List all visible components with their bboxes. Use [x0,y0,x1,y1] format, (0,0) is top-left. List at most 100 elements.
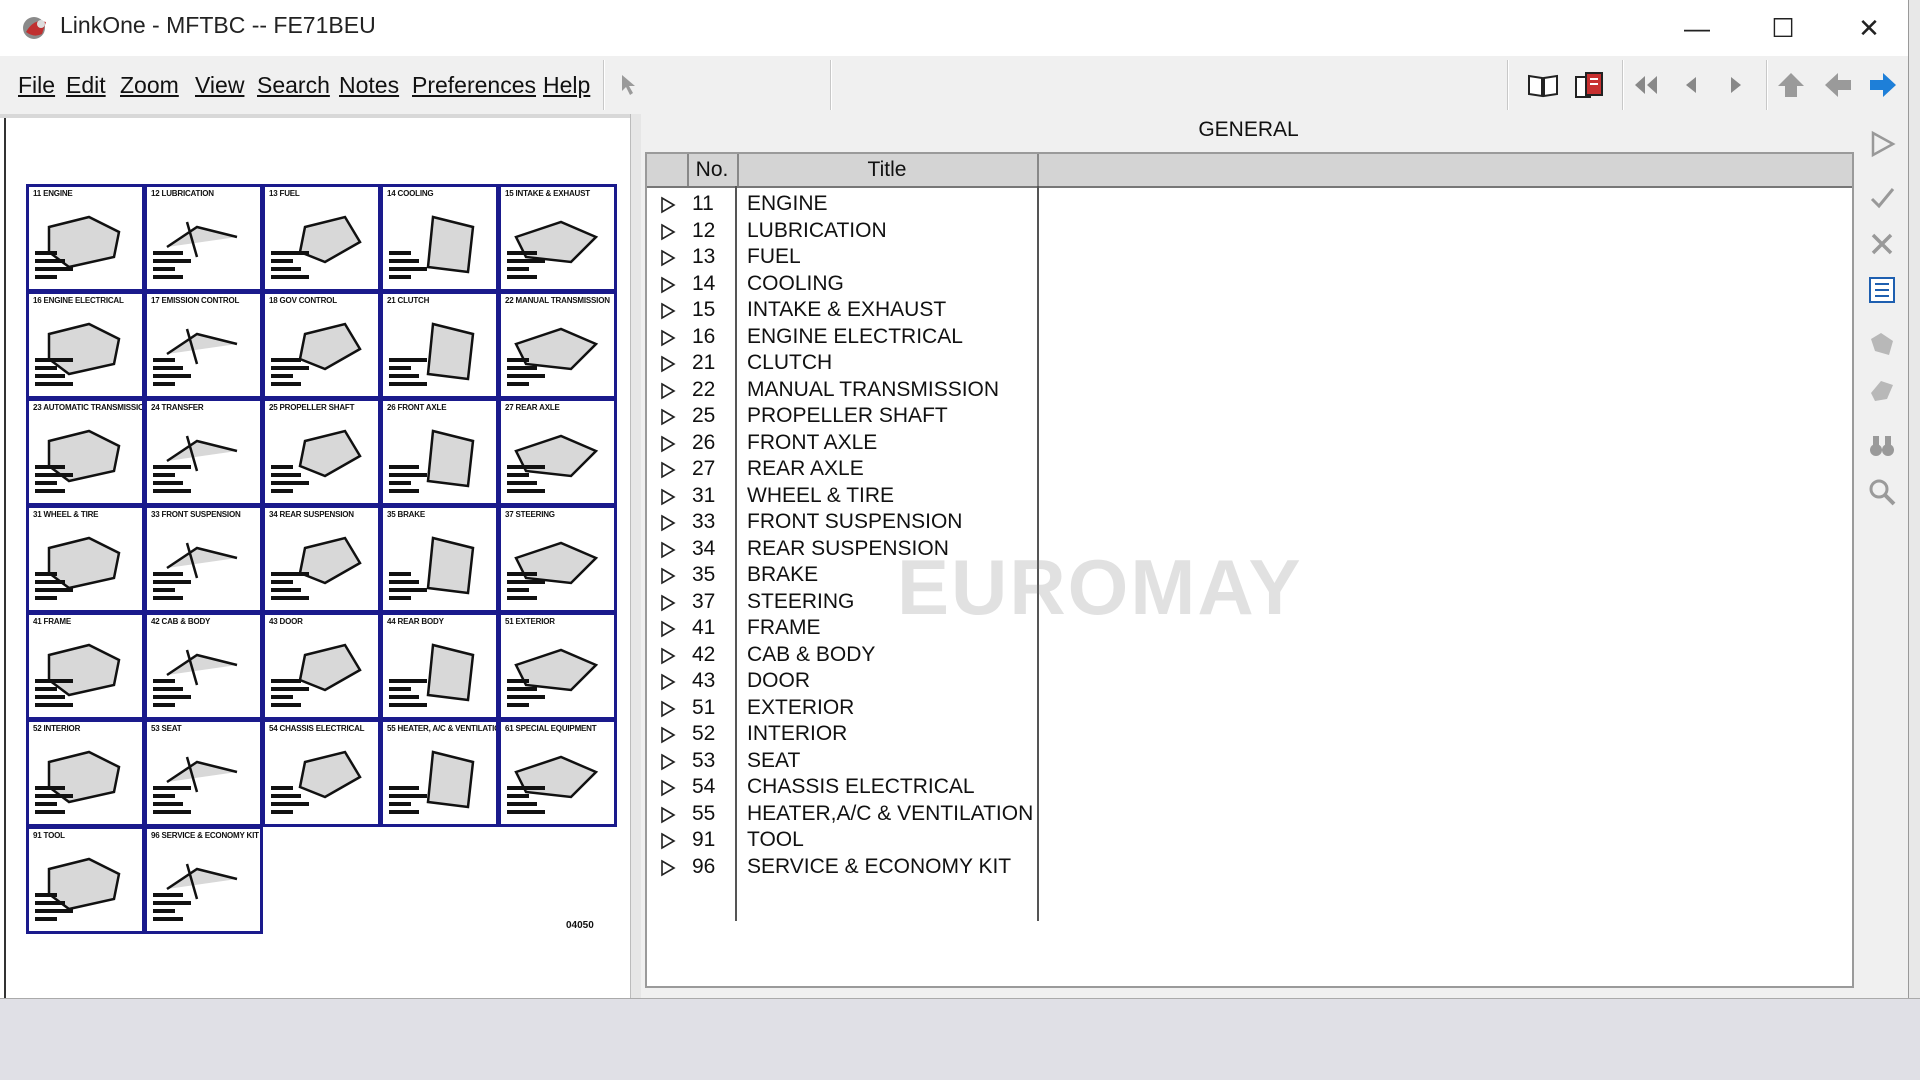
list-row[interactable]: 25 PROPELLER SHAFT [647,404,1037,431]
illustration-cell[interactable]: 35 BRAKE [380,505,499,613]
illustration-cell[interactable]: 11 ENGINE [26,184,145,292]
illustration-cell[interactable]: 53 SEAT [144,719,263,827]
play-button[interactable] [1862,124,1902,164]
expand-arrow-icon[interactable] [659,832,677,850]
list-view-button[interactable] [1862,270,1902,310]
illustration-cell[interactable]: 23 AUTOMATIC TRANSMISSION [26,398,145,506]
illustration-cell[interactable]: 24 TRANSFER [144,398,263,506]
expand-arrow-icon[interactable] [659,223,677,241]
expand-arrow-icon[interactable] [659,435,677,453]
list-row[interactable]: 96 SERVICE & ECONOMY KIT [647,855,1037,882]
expand-arrow-icon[interactable] [659,859,677,877]
illustration-cell[interactable]: 22 MANUAL TRANSMISSION [498,291,617,399]
expand-arrow-icon[interactable] [659,647,677,665]
menu-notes[interactable]: Notes [339,72,399,99]
illustration-cell[interactable]: 44 REAR BODY [380,612,499,720]
expand-arrow-icon[interactable] [659,806,677,824]
expand-arrow-icon[interactable] [659,249,677,267]
illustration-cell[interactable]: 34 REAR SUSPENSION [262,505,381,613]
list-row[interactable]: 22 MANUAL TRANSMISSION [647,378,1037,405]
expand-arrow-icon[interactable] [659,276,677,294]
list-row[interactable]: 12 LUBRICATION [647,219,1037,246]
prev-page-button[interactable] [1671,64,1711,106]
list-row[interactable]: 51 EXTERIOR [647,696,1037,723]
list-row[interactable]: 53 SEAT [647,749,1037,776]
expand-arrow-icon[interactable] [659,382,677,400]
home-button[interactable] [1771,64,1811,106]
expand-arrow-icon[interactable] [659,620,677,638]
illustration-cell[interactable]: 54 CHASSIS ELECTRICAL [262,719,381,827]
add-part-button[interactable] [1862,324,1902,364]
zoom-button[interactable] [1862,472,1902,512]
expand-arrow-icon[interactable] [659,753,677,771]
illustration-cell[interactable]: 61 SPECIAL EQUIPMENT [498,719,617,827]
expand-arrow-icon[interactable] [659,461,677,479]
expand-arrow-icon[interactable] [659,700,677,718]
first-page-button[interactable] [1626,64,1666,106]
expand-arrow-icon[interactable] [659,302,677,320]
back-button[interactable] [1818,64,1858,106]
list-row[interactable]: 26 FRONT AXLE [647,431,1037,458]
expand-arrow-icon[interactable] [659,488,677,506]
close-button[interactable]: ✕ [1826,0,1912,56]
expand-arrow-icon[interactable] [659,196,677,214]
list-row[interactable]: 55 HEATER,A/C & VENTILATION [647,802,1037,829]
illustration-cell[interactable]: 13 FUEL [262,184,381,292]
illustration-cell[interactable]: 42 CAB & BODY [144,612,263,720]
list-row[interactable]: 13 FUEL [647,245,1037,272]
expand-arrow-icon[interactable] [659,779,677,797]
illustration-cell[interactable]: 14 COOLING [380,184,499,292]
illustration-cell[interactable]: 27 REAR AXLE [498,398,617,506]
books-button[interactable] [1569,64,1609,106]
illustration-cell[interactable]: 33 FRONT SUSPENSION [144,505,263,613]
list-row[interactable]: 14 COOLING [647,272,1037,299]
header-title[interactable]: Title [737,154,1039,186]
list-row[interactable]: 27 REAR AXLE [647,457,1037,484]
delete-button[interactable] [1862,224,1902,264]
expand-arrow-icon[interactable] [659,541,677,559]
illustration-cell[interactable]: 51 EXTERIOR [498,612,617,720]
menu-edit[interactable]: Edit [66,72,106,99]
illustration-cell[interactable]: 21 CLUTCH [380,291,499,399]
pointer-tool-button[interactable] [610,64,650,106]
menu-file[interactable]: File [18,72,55,99]
illustration-cell[interactable]: 41 FRAME [26,612,145,720]
header-expand-column[interactable] [647,154,689,186]
illustration-cell[interactable]: 15 INTAKE & EXHAUST [498,184,617,292]
list-row[interactable]: 33 FRONT SUSPENSION [647,510,1037,537]
illustration-cell[interactable]: 12 LUBRICATION [144,184,263,292]
header-no[interactable]: No. [687,154,739,186]
find-button[interactable] [1862,426,1902,466]
list-row[interactable]: 31 WHEEL & TIRE [647,484,1037,511]
illustration-cell[interactable]: 55 HEATER, A/C & VENTILATION [380,719,499,827]
book-button[interactable] [1523,64,1563,106]
list-row[interactable]: 15 INTAKE & EXHAUST [647,298,1037,325]
list-row[interactable]: 54 CHASSIS ELECTRICAL [647,775,1037,802]
illustration-cell[interactable]: 25 PROPELLER SHAFT [262,398,381,506]
minimize-button[interactable]: — [1654,0,1740,56]
illustration-cell[interactable]: 52 INTERIOR [26,719,145,827]
list-row[interactable]: 91 TOOL [647,828,1037,855]
expand-arrow-icon[interactable] [659,673,677,691]
illustration-cell[interactable]: 96 SERVICE & ECONOMY KIT [144,826,263,934]
expand-arrow-icon[interactable] [659,355,677,373]
menu-help[interactable]: Help [543,72,590,99]
maximize-button[interactable]: ☐ [1740,0,1826,56]
expand-arrow-icon[interactable] [659,514,677,532]
expand-arrow-icon[interactable] [659,594,677,612]
list-row[interactable]: 52 INTERIOR [647,722,1037,749]
illustration-cell[interactable]: 43 DOOR [262,612,381,720]
list-row[interactable]: 11 ENGINE [647,192,1037,219]
expand-arrow-icon[interactable] [659,567,677,585]
list-row[interactable]: 16 ENGINE ELECTRICAL [647,325,1037,352]
illustration-cell[interactable]: 37 STEERING [498,505,617,613]
illustration-cell[interactable]: 16 ENGINE ELECTRICAL [26,291,145,399]
remove-part-button[interactable] [1862,370,1902,410]
expand-arrow-icon[interactable] [659,329,677,347]
illustration-cell[interactable]: 26 FRONT AXLE [380,398,499,506]
illustration-cell[interactable]: 17 EMISSION CONTROL [144,291,263,399]
next-page-button[interactable] [1716,64,1756,106]
menu-preferences[interactable]: Preferences [412,72,536,99]
expand-arrow-icon[interactable] [659,408,677,426]
expand-arrow-icon[interactable] [659,726,677,744]
